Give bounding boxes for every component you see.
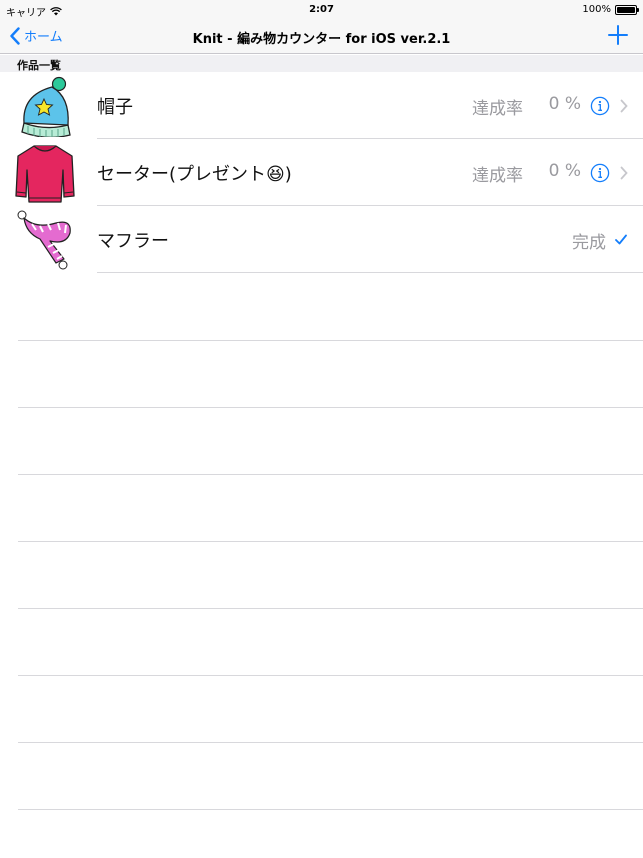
empty-row-separator [18,541,643,542]
list-item-scarf[interactable]: マフラー 完成 [0,206,643,273]
navigation-bar: ホーム Knit - 編み物カウンター for iOS ver.2.1 [0,20,643,54]
list-item-hat[interactable]: 帽子 達成率 0 % [0,72,643,139]
progress-label: 達成率 [472,99,523,119]
chevron-right-icon [620,166,628,180]
info-button[interactable] [590,96,610,116]
back-button[interactable]: ホーム [10,26,63,45]
add-button[interactable] [607,24,629,46]
battery-percent: 100% [582,4,611,15]
section-header: 作品一覧 [0,55,643,72]
info-button[interactable] [590,163,610,183]
scarf-icon [17,210,71,270]
status-label: 完成 [572,233,606,253]
empty-row-separator [18,675,643,676]
list-item-title: マフラー [97,231,169,252]
empty-row-separator [18,407,643,408]
status-right: 100% [582,4,639,15]
progress-value: 0 % [548,94,581,114]
section-title: 作品一覧 [17,59,61,72]
list-item-title: セーター(プレゼント😆) [97,164,292,185]
chevron-right-icon [620,99,628,113]
sweater-icon [15,145,75,203]
list-item-sweater[interactable]: セーター(プレゼント😆) 達成率 0 % [0,139,643,206]
list-item-title: 帽子 [97,97,133,118]
empty-row-separator [18,742,643,743]
empty-row-separator [18,809,643,810]
project-list: 帽子 達成率 0 % セーター(プレゼント😆) 達成率 0 % マフラー 完成 [0,72,643,273]
status-time: 2:07 [309,4,334,15]
status-bar: キャリア 2:07 100% [0,0,643,20]
progress-label: 達成率 [472,166,523,186]
checkmark-icon [615,234,627,245]
progress-value: 0 % [548,161,581,181]
empty-row-separator [18,474,643,475]
chevron-left-icon [10,26,20,45]
back-button-label: ホーム [24,30,63,45]
empty-row-separator [18,608,643,609]
battery-icon [615,4,639,15]
row-separator [97,272,643,273]
knit-hat-icon [21,76,71,137]
page-title: Knit - 編み物カウンター for iOS ver.2.1 [192,32,451,47]
empty-row-separator [18,340,643,341]
